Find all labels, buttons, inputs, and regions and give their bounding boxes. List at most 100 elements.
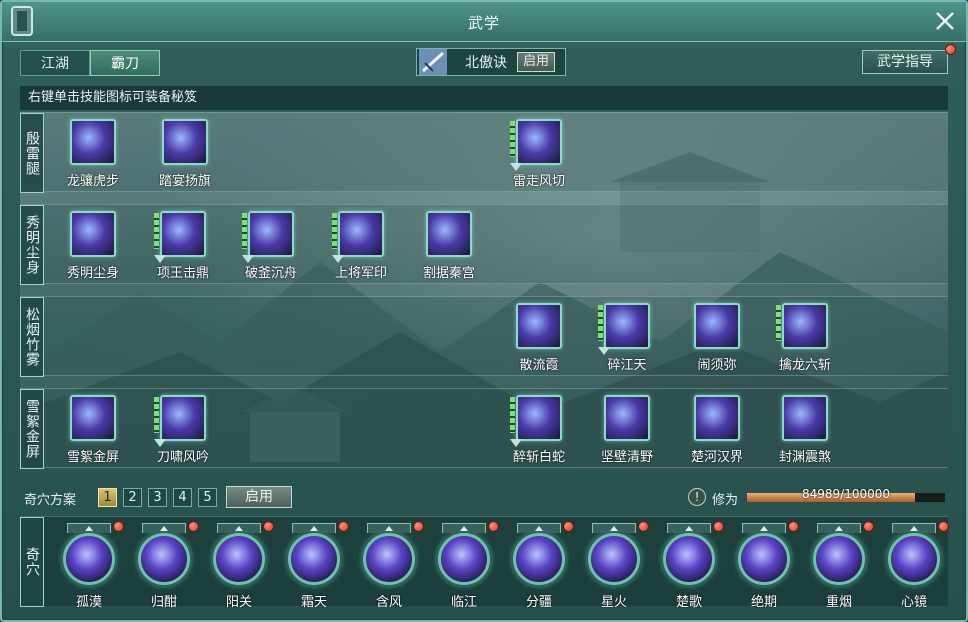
- qixue-icon[interactable]: [813, 533, 865, 585]
- slot-up-arrow-icon[interactable]: [217, 523, 261, 533]
- skill-icon[interactable]: [70, 211, 116, 257]
- qixue-slot-10[interactable]: 绝期: [731, 521, 799, 610]
- qixue-plan-3[interactable]: 3: [148, 488, 167, 507]
- skill-geju[interactable]: 割据秦宫: [412, 211, 486, 281]
- dropdown-triangle-icon[interactable]: [154, 255, 166, 263]
- skill-chuhe[interactable]: 楚河汉界: [680, 395, 754, 465]
- skill-xiangwang[interactable]: 项王击鼎: [146, 211, 220, 281]
- skill-leizou[interactable]: 雷走风切: [502, 119, 576, 189]
- dropdown-triangle-icon[interactable]: [332, 255, 344, 263]
- qixue-slot-2[interactable]: 归酣: [131, 521, 199, 610]
- slot-up-arrow-icon[interactable]: [742, 523, 786, 533]
- skill-icon[interactable]: [248, 211, 294, 257]
- skill-daoxiao[interactable]: 刀啸风吟: [146, 395, 220, 465]
- skill-set-enable-button[interactable]: 启用: [517, 52, 556, 72]
- skill-icon[interactable]: [426, 211, 472, 257]
- skill-icon[interactable]: [516, 395, 562, 441]
- skill-xuexu[interactable]: 雪絮金屏: [56, 395, 130, 465]
- dropdown-triangle-icon[interactable]: [598, 347, 610, 355]
- qixue-plan-4[interactable]: 4: [173, 488, 192, 507]
- qixue-slot-6[interactable]: 临江: [431, 521, 499, 610]
- skill-icon[interactable]: [160, 395, 206, 441]
- qixue-icon[interactable]: [63, 533, 115, 585]
- title-bar[interactable]: 武学: [2, 2, 966, 42]
- upgrade-bar: [154, 397, 159, 433]
- qixue-plan-2[interactable]: 2: [123, 488, 142, 507]
- skill-jianbi[interactable]: 坚壁清野: [590, 395, 664, 465]
- qixue-slot-7[interactable]: 分疆: [506, 521, 574, 610]
- skill-icon[interactable]: [782, 395, 828, 441]
- skill-longxiang[interactable]: 龙骧虎步: [56, 119, 130, 189]
- skill-sanliuxia[interactable]: 散流霞: [502, 303, 576, 373]
- qixue-icon[interactable]: [513, 533, 565, 585]
- slot-up-arrow-icon[interactable]: [142, 523, 186, 533]
- slot-up-arrow-icon[interactable]: [517, 523, 561, 533]
- qixue-slot-8[interactable]: 星火: [581, 521, 649, 610]
- skill-label: 闹须弥: [697, 358, 737, 373]
- qixue-slot-5[interactable]: 含风: [356, 521, 424, 610]
- slot-up-arrow-icon[interactable]: [667, 523, 711, 533]
- qixue-icon[interactable]: [738, 533, 790, 585]
- dropdown-triangle-icon[interactable]: [154, 439, 166, 447]
- qixue-icon[interactable]: [588, 533, 640, 585]
- dropdown-triangle-icon[interactable]: [510, 163, 522, 171]
- qixue-slot-3[interactable]: 阳关: [206, 521, 274, 610]
- qixue-slot-4[interactable]: 霜天: [281, 521, 349, 610]
- slot-up-arrow-icon[interactable]: [292, 523, 336, 533]
- qixue-icon[interactable]: [213, 533, 265, 585]
- qixue-icon[interactable]: [438, 533, 490, 585]
- qixue-slot-12[interactable]: 心镜: [881, 521, 949, 610]
- xiuwei-progress-text: 84989/100000: [801, 487, 891, 501]
- qixue-icon[interactable]: [663, 533, 715, 585]
- notification-dot: [488, 521, 499, 532]
- skill-icon[interactable]: [604, 303, 650, 349]
- slot-up-arrow-icon[interactable]: [817, 523, 861, 533]
- qixue-icon[interactable]: [888, 533, 940, 585]
- qixue-label: 霜天: [300, 595, 327, 610]
- skill-icon[interactable]: [338, 211, 384, 257]
- close-icon[interactable]: [932, 8, 958, 34]
- qixue-icon[interactable]: [288, 533, 340, 585]
- skill-icon[interactable]: [160, 211, 206, 257]
- info-icon[interactable]: !: [688, 488, 706, 506]
- row-label: 秀明尘身: [20, 205, 44, 285]
- skill-naoxumi[interactable]: 闹须弥: [680, 303, 754, 373]
- skill-icon[interactable]: [694, 395, 740, 441]
- dropdown-triangle-icon[interactable]: [510, 439, 522, 447]
- skill-icon[interactable]: [70, 119, 116, 165]
- skill-icon[interactable]: [782, 303, 828, 349]
- notification-dot: [945, 44, 956, 55]
- qixue-enable-button[interactable]: 启用: [226, 486, 292, 508]
- guide-button[interactable]: 武学指导: [862, 50, 948, 74]
- skill-tayan[interactable]: 踏宴扬旗: [148, 119, 222, 189]
- slot-up-arrow-icon[interactable]: [592, 523, 636, 533]
- skill-suijiangtian[interactable]: 碎江天: [590, 303, 664, 373]
- slot-up-arrow-icon[interactable]: [67, 523, 111, 533]
- skill-icon[interactable]: [516, 119, 562, 165]
- skill-shangjiang[interactable]: 上将军印: [324, 211, 398, 281]
- qixue-slot-9[interactable]: 楚歌: [656, 521, 724, 610]
- tab-jianghu[interactable]: 江湖: [20, 50, 90, 76]
- skill-xiuming[interactable]: 秀明尘身: [56, 211, 130, 281]
- skill-icon[interactable]: [516, 303, 562, 349]
- dropdown-triangle-icon[interactable]: [242, 255, 254, 263]
- qixue-slot-1[interactable]: 孤漠: [56, 521, 124, 610]
- skill-fengyuan[interactable]: 封渊震煞: [768, 395, 842, 465]
- qixue-icon[interactable]: [363, 533, 415, 585]
- skill-set-selector[interactable]: 北傲诀 启用: [416, 48, 566, 76]
- skill-icon[interactable]: [70, 395, 116, 441]
- skill-zuizhan[interactable]: 醉斩白蛇: [502, 395, 576, 465]
- tab-badao[interactable]: 霸刀: [90, 50, 160, 76]
- skill-icon[interactable]: [162, 119, 208, 165]
- skill-qinlong[interactable]: 擒龙六斩: [768, 303, 842, 373]
- skill-pofu[interactable]: 破釜沉舟: [234, 211, 308, 281]
- qixue-plan-1[interactable]: 1: [98, 488, 117, 507]
- qixue-slot-11[interactable]: 重烟: [806, 521, 874, 610]
- qixue-icon[interactable]: [138, 533, 190, 585]
- slot-up-arrow-icon[interactable]: [442, 523, 486, 533]
- qixue-plan-5[interactable]: 5: [198, 488, 217, 507]
- skill-icon[interactable]: [604, 395, 650, 441]
- slot-up-arrow-icon[interactable]: [367, 523, 411, 533]
- skill-icon[interactable]: [694, 303, 740, 349]
- slot-up-arrow-icon[interactable]: [892, 523, 936, 533]
